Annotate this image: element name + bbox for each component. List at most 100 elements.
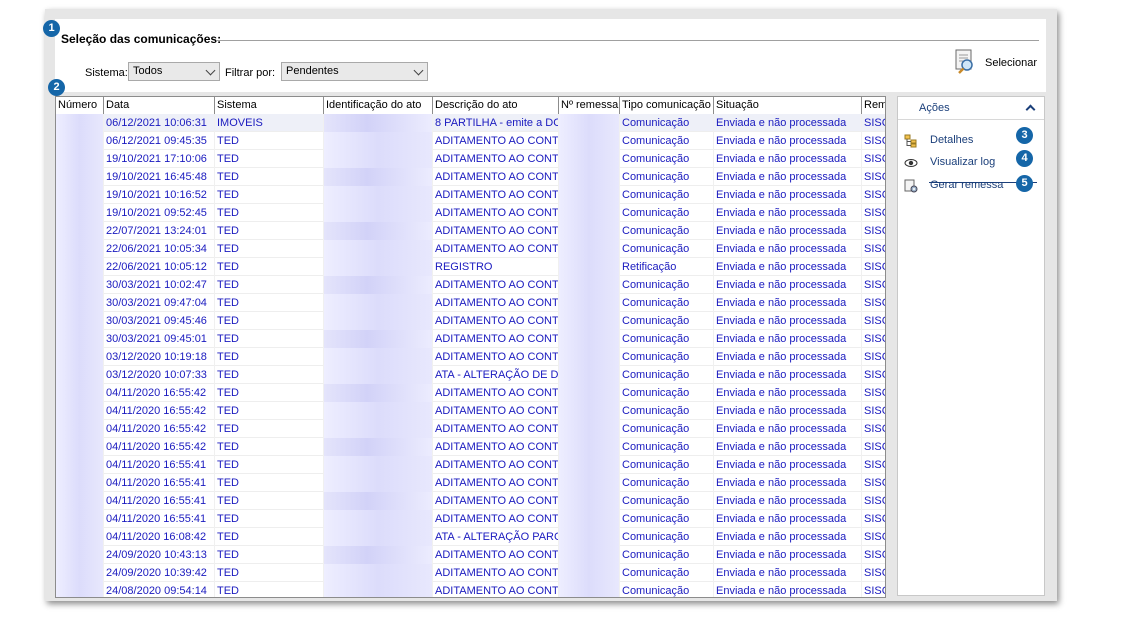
table-row[interactable]: 22/07/2021 13:24:01 TED ADITAMENTO AO CONT… <box>56 222 885 240</box>
table-cell: TED <box>215 222 324 240</box>
column-header[interactable]: Descrição do ato <box>433 97 559 114</box>
table-row[interactable]: 24/08/2020 09:54:14 TED ADITAMENTO AO CONT… <box>56 582 885 597</box>
table-cell: ADITAMENTO AO CONTRATO <box>433 564 559 582</box>
table-cell: TED <box>215 420 324 438</box>
table-row[interactable]: 04/11/2020 16:55:42 TED ADITAMENTO AO CONT… <box>56 420 885 438</box>
table-cell: Enviada e não processada <box>714 330 862 348</box>
table-cell: ADITAMENTO AO CONTRATO <box>433 186 559 204</box>
table-cell: 30/03/2021 09:45:46 <box>104 312 215 330</box>
table-cell: 30/03/2021 09:47:04 <box>104 294 215 312</box>
gear-document-icon <box>904 179 918 193</box>
table-cell: ADITAMENTO AO CONTRATO <box>433 348 559 366</box>
column-header[interactable]: Remessa <box>862 97 885 114</box>
chevron-up-icon <box>1025 104 1036 115</box>
table-row[interactable]: 30/03/2021 09:47:04 TED ADITAMENTO AO CONT… <box>56 294 885 312</box>
column-header[interactable]: Número <box>56 97 104 114</box>
table-cell: Enviada e não processada <box>714 438 862 456</box>
redacted-cell <box>559 222 620 240</box>
table-cell: Enviada e não processada <box>714 168 862 186</box>
redacted-cell <box>559 186 620 204</box>
table-row[interactable]: 24/09/2020 10:43:13 TED ADITAMENTO AO CONT… <box>56 546 885 564</box>
table-cell: ADITAMENTO AO CONTRATO <box>433 276 559 294</box>
table-row[interactable]: 30/03/2021 10:02:47 TED ADITAMENTO AO CONT… <box>56 276 885 294</box>
table-row[interactable]: 04/11/2020 16:55:41 TED ADITAMENTO AO CONT… <box>56 474 885 492</box>
table-row[interactable]: 04/11/2020 16:55:41 TED ADITAMENTO AO CONT… <box>56 492 885 510</box>
table-cell: 19/10/2021 17:10:06 <box>104 150 215 168</box>
table-row[interactable]: 04/11/2020 16:55:41 TED ADITAMENTO AO CONT… <box>56 456 885 474</box>
table-cell: SISCOAF <box>862 438 885 456</box>
table-row[interactable]: 06/12/2021 09:45:35 TED ADITAMENTO AO CONT… <box>56 132 885 150</box>
redacted-cell <box>56 582 104 597</box>
table-cell: TED <box>215 150 324 168</box>
redacted-cell <box>559 240 620 258</box>
selection-title: Seleção das comunicações: <box>61 32 222 46</box>
table-cell: Comunicação <box>620 294 714 312</box>
column-header[interactable]: Tipo comunicação <box>620 97 714 114</box>
redacted-cell <box>559 492 620 510</box>
table-cell: TED <box>215 294 324 312</box>
redacted-cell <box>559 204 620 222</box>
table-cell: Enviada e não processada <box>714 204 862 222</box>
table-cell: TED <box>215 438 324 456</box>
table-cell: Comunicação <box>620 114 714 132</box>
action-visualizar-log[interactable]: Visualizar log <box>904 154 1034 172</box>
redacted-cell <box>56 330 104 348</box>
table-row[interactable]: 04/11/2020 16:08:42 TED ATA - ALTERAÇÃO PA… <box>56 528 885 546</box>
table-cell: 30/03/2021 09:45:01 <box>104 330 215 348</box>
table-cell: ATA - ALTERAÇÃO PARCIAL <box>433 528 559 546</box>
table-row[interactable]: 19/10/2021 09:52:45 TED ADITAMENTO AO CONT… <box>56 204 885 222</box>
table-cell: IMOVEIS <box>215 114 324 132</box>
table-row[interactable]: 24/09/2020 10:39:42 TED ADITAMENTO AO CONT… <box>56 564 885 582</box>
table-row[interactable]: 04/11/2020 16:55:41 TED ADITAMENTO AO CONT… <box>56 510 885 528</box>
table-row[interactable]: 30/03/2021 09:45:46 TED ADITAMENTO AO CONT… <box>56 312 885 330</box>
table-cell: TED <box>215 384 324 402</box>
table-cell: SISCOAF <box>862 294 885 312</box>
communications-grid[interactable]: Número Data Sistema Identificação do ato Des… <box>55 96 886 598</box>
callout-badge-4: 4 <box>1016 150 1033 167</box>
table-cell: SISCOAF <box>862 564 885 582</box>
filtrar-select[interactable]: Pendentes <box>281 62 428 81</box>
chevron-down-icon <box>413 65 424 76</box>
callout-badge-5: 5 <box>1016 175 1033 192</box>
redacted-cell <box>56 294 104 312</box>
column-header[interactable]: Sistema <box>215 97 324 114</box>
table-cell: Enviada e não processada <box>714 366 862 384</box>
table-row[interactable]: 19/10/2021 17:10:06 TED ADITAMENTO AO CONT… <box>56 150 885 168</box>
table-cell: TED <box>215 456 324 474</box>
table-row[interactable]: 19/10/2021 10:16:52 TED ADITAMENTO AO CONT… <box>56 186 885 204</box>
column-header[interactable]: Nº remessa <box>559 97 620 114</box>
table-cell: 04/11/2020 16:55:42 <box>104 420 215 438</box>
actions-header[interactable]: Ações <box>898 97 1044 120</box>
redacted-cell <box>324 186 433 204</box>
table-cell: 03/12/2020 10:07:33 <box>104 366 215 384</box>
table-row[interactable]: 30/03/2021 09:45:01 TED ADITAMENTO AO CONT… <box>56 330 885 348</box>
column-header[interactable]: Situação <box>714 97 862 114</box>
table-cell: Comunicação <box>620 168 714 186</box>
table-cell: Enviada e não processada <box>714 276 862 294</box>
sistema-select[interactable]: Todos <box>128 62 220 81</box>
column-header[interactable]: Identificação do ato <box>324 97 433 114</box>
redacted-cell <box>324 132 433 150</box>
table-row[interactable]: 19/10/2021 16:45:48 TED ADITAMENTO AO CONT… <box>56 168 885 186</box>
table-cell: Comunicação <box>620 312 714 330</box>
selecionar-button[interactable]: Selecionar <box>951 48 1043 78</box>
table-row[interactable]: 04/11/2020 16:55:42 TED ADITAMENTO AO CONT… <box>56 384 885 402</box>
table-cell: TED <box>215 276 324 294</box>
redacted-cell <box>324 330 433 348</box>
sistema-label: Sistema: <box>85 67 128 79</box>
table-row[interactable]: 22/06/2021 10:05:12 TED REGISTRO Retificaçã… <box>56 258 885 276</box>
column-header[interactable]: Data <box>104 97 215 114</box>
action-detalhes[interactable]: Detalhes <box>904 132 1034 150</box>
table-row[interactable]: 06/12/2021 10:06:31 IMOVEIS 8 PARTILHA - e… <box>56 114 885 132</box>
table-row[interactable]: 22/06/2021 10:05:34 TED ADITAMENTO AO CONT… <box>56 240 885 258</box>
sistema-select-value: Todos <box>133 65 163 77</box>
table-cell: TED <box>215 546 324 564</box>
table-row[interactable]: 04/11/2020 16:55:42 TED ADITAMENTO AO CONT… <box>56 402 885 420</box>
table-row[interactable]: 04/11/2020 16:55:42 TED ADITAMENTO AO CONT… <box>56 438 885 456</box>
selection-divider <box>217 40 1039 41</box>
redacted-cell <box>56 240 104 258</box>
redacted-cell <box>559 456 620 474</box>
action-gerar-remessa[interactable]: Gerar remessa <box>904 177 1034 195</box>
table-row[interactable]: 03/12/2020 10:07:33 TED ATA - ALTERAÇÃO DE… <box>56 366 885 384</box>
table-row[interactable]: 03/12/2020 10:19:18 TED ADITAMENTO AO CONT… <box>56 348 885 366</box>
